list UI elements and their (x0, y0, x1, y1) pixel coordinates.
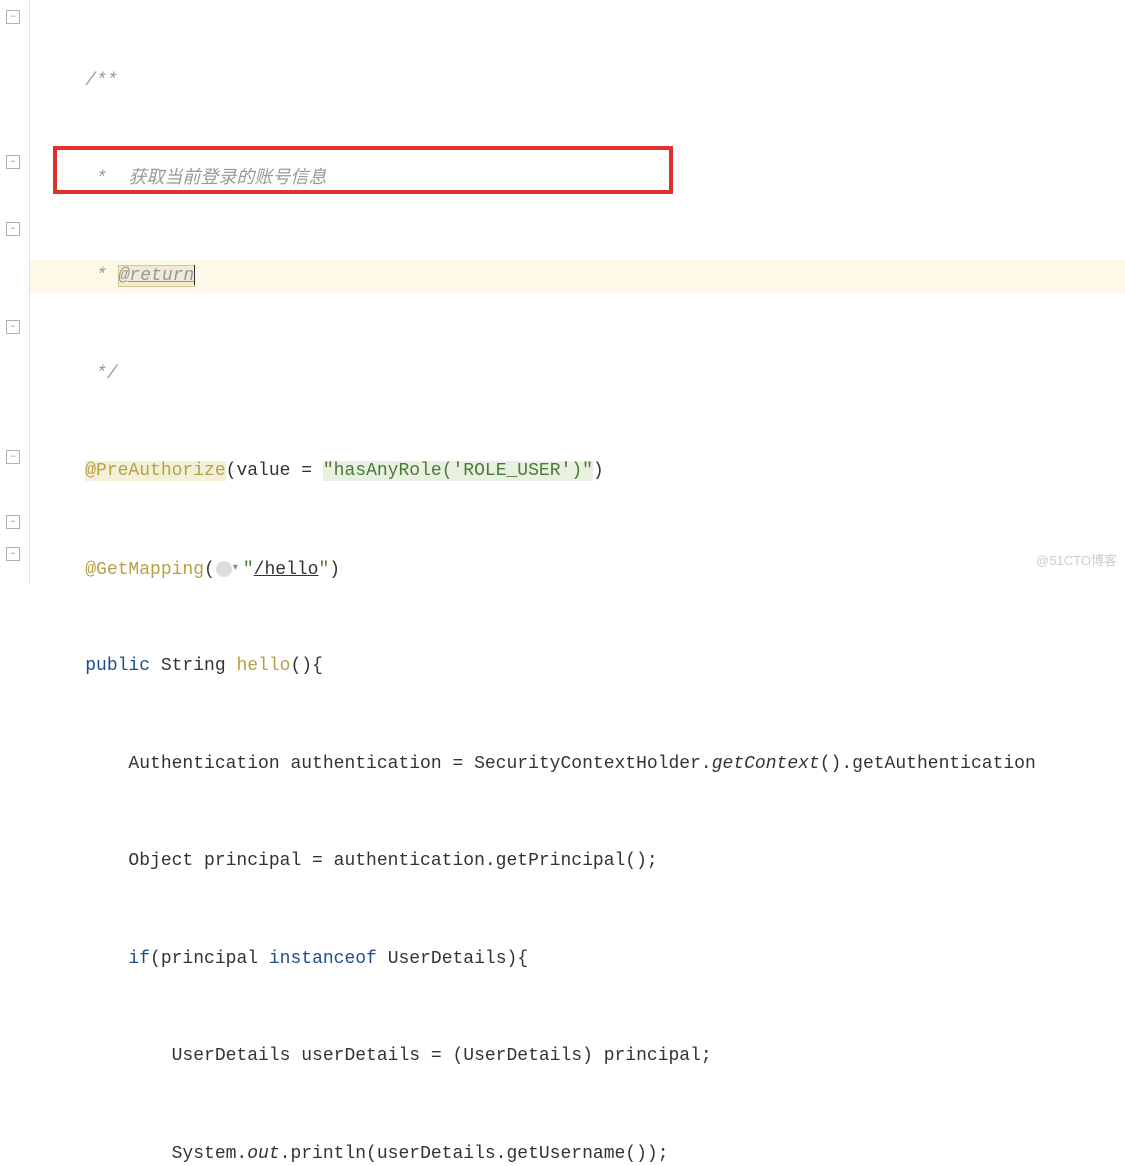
code-text: ( (204, 560, 215, 580)
text-cursor (194, 265, 195, 285)
code-line: System.out.println(userDetails.getUserna… (30, 1138, 1125, 1166)
fold-icon[interactable]: − (6, 320, 20, 334)
string-quote: " (318, 560, 329, 580)
fold-icon[interactable]: − (6, 547, 20, 561)
field-out: out (247, 1144, 279, 1164)
keyword-instanceof: instanceof (269, 949, 377, 969)
code-text: UserDetails){ (377, 949, 528, 969)
string-literal: "hasAnyRole('ROLE_USER')" (323, 461, 593, 481)
method-call: getContext (712, 754, 820, 774)
fold-icon[interactable]: − (6, 10, 20, 24)
editor-gutter: − − − − − − − (0, 0, 30, 583)
code-text: Object principal = authentication.getPri… (42, 851, 658, 871)
comment-text: 获取当前登录的账号信息 (128, 169, 326, 189)
code-text: .println(userDetails.getUsername()); (280, 1144, 669, 1164)
globe-icon[interactable] (216, 561, 232, 577)
code-text (42, 949, 128, 969)
code-line: */ (30, 358, 1125, 391)
annotation-getmapping: @GetMapping (85, 560, 204, 580)
fold-icon[interactable]: − (6, 450, 20, 464)
code-text: ) (593, 461, 604, 481)
code-text: (){ (290, 656, 322, 676)
code-line: @GetMapping(▾"/hello") (30, 553, 1125, 586)
type-string: String (150, 656, 236, 676)
string-quote: " (243, 560, 254, 580)
method-name: hello (236, 656, 290, 676)
code-text: Authentication authentication = Security… (42, 754, 712, 774)
code-line: UserDetails userDetails = (UserDetails) … (30, 1040, 1125, 1073)
code-text: UserDetails userDetails = (UserDetails) … (42, 1046, 712, 1066)
url-path[interactable]: /hello (254, 560, 319, 580)
watermark: @51CTO博客 (1036, 545, 1117, 578)
code-text: ) (329, 560, 340, 580)
code-text: ().getAuthentication (820, 754, 1036, 774)
code-text: System. (42, 1144, 247, 1164)
javadoc-return-tag: @return (118, 265, 196, 287)
comment-text: */ (85, 364, 117, 384)
code-line: @PreAuthorize(value = "hasAnyRole('ROLE_… (30, 455, 1125, 488)
code-line: if(principal instanceof UserDetails){ (30, 943, 1125, 976)
comment-text: * (85, 266, 117, 286)
code-line: * 获取当前登录的账号信息 (30, 163, 1125, 196)
code-line: /** (30, 65, 1125, 98)
annotation-preauthorize: @PreAuthorize (85, 461, 225, 481)
chevron-down-icon[interactable]: ▾ (233, 553, 243, 586)
code-line: public String hello(){ (30, 650, 1125, 683)
fold-icon[interactable]: − (6, 155, 20, 169)
code-line: Object principal = authentication.getPri… (30, 845, 1125, 878)
fold-icon[interactable]: − (6, 222, 20, 236)
fold-icon[interactable]: − (6, 515, 20, 529)
comment-text: * (85, 169, 128, 189)
code-text: (principal (150, 949, 269, 969)
code-editor[interactable]: /** * 获取当前登录的账号信息 * @return */ @PreAutho… (30, 0, 1125, 1166)
keyword-if: if (128, 949, 150, 969)
code-text: (value = (226, 461, 323, 481)
keyword-public: public (85, 656, 150, 676)
code-line-highlighted: * @return (30, 260, 1125, 293)
code-line: Authentication authentication = Security… (30, 748, 1125, 781)
comment-text: /** (85, 71, 117, 91)
